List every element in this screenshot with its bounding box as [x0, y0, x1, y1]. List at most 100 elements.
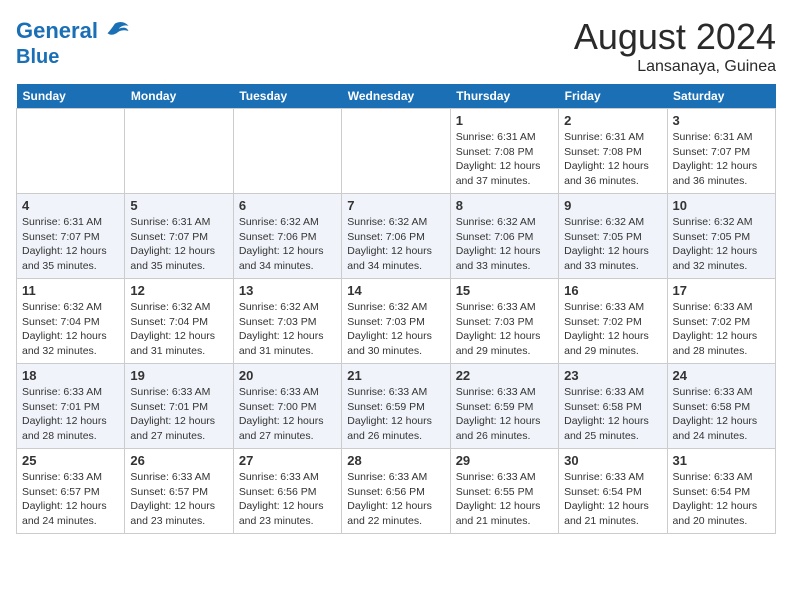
calendar-cell — [125, 109, 233, 194]
month-title: August 2024 — [574, 16, 776, 58]
day-number: 24 — [673, 368, 770, 383]
day-number: 7 — [347, 198, 444, 213]
day-info: Sunrise: 6:32 AM Sunset: 7:03 PM Dayligh… — [347, 300, 444, 359]
day-number: 31 — [673, 453, 770, 468]
calendar-cell — [233, 109, 341, 194]
title-area: August 2024 Lansanaya, Guinea — [574, 16, 776, 76]
day-info: Sunrise: 6:32 AM Sunset: 7:05 PM Dayligh… — [673, 215, 770, 274]
calendar-cell: 6 Sunrise: 6:32 AM Sunset: 7:06 PM Daylig… — [233, 194, 341, 279]
day-info: Sunrise: 6:33 AM Sunset: 7:02 PM Dayligh… — [564, 300, 661, 359]
day-number: 25 — [22, 453, 119, 468]
calendar-week-row: 18 Sunrise: 6:33 AM Sunset: 7:01 PM Dayli… — [17, 364, 776, 449]
calendar-cell: 5 Sunrise: 6:31 AM Sunset: 7:07 PM Daylig… — [125, 194, 233, 279]
calendar-cell: 14 Sunrise: 6:32 AM Sunset: 7:03 PM Dayli… — [342, 279, 450, 364]
day-info: Sunrise: 6:33 AM Sunset: 6:58 PM Dayligh… — [673, 385, 770, 444]
calendar-cell: 31 Sunrise: 6:33 AM Sunset: 6:54 PM Dayli… — [667, 449, 775, 534]
day-info: Sunrise: 6:32 AM Sunset: 7:06 PM Dayligh… — [456, 215, 553, 274]
calendar-cell: 7 Sunrise: 6:32 AM Sunset: 7:06 PM Daylig… — [342, 194, 450, 279]
day-info: Sunrise: 6:32 AM Sunset: 7:03 PM Dayligh… — [239, 300, 336, 359]
calendar-cell: 20 Sunrise: 6:33 AM Sunset: 7:00 PM Dayli… — [233, 364, 341, 449]
day-number: 22 — [456, 368, 553, 383]
day-number: 28 — [347, 453, 444, 468]
calendar-cell: 3Sunrise: 6:31 AM Sunset: 7:07 PM Daylig… — [667, 109, 775, 194]
day-info: Sunrise: 6:31 AM Sunset: 7:07 PM Dayligh… — [22, 215, 119, 274]
day-number: 18 — [22, 368, 119, 383]
day-info: Sunrise: 6:31 AM Sunset: 7:08 PM Dayligh… — [456, 130, 553, 189]
day-info: Sunrise: 6:33 AM Sunset: 6:58 PM Dayligh… — [564, 385, 661, 444]
day-number: 29 — [456, 453, 553, 468]
day-info: Sunrise: 6:33 AM Sunset: 6:59 PM Dayligh… — [347, 385, 444, 444]
calendar-cell: 26 Sunrise: 6:33 AM Sunset: 6:57 PM Dayli… — [125, 449, 233, 534]
day-info: Sunrise: 6:32 AM Sunset: 7:06 PM Dayligh… — [347, 215, 444, 274]
calendar-cell: 29 Sunrise: 6:33 AM Sunset: 6:55 PM Dayli… — [450, 449, 558, 534]
day-info: Sunrise: 6:33 AM Sunset: 6:55 PM Dayligh… — [456, 470, 553, 529]
day-number: 6 — [239, 198, 336, 213]
day-info: Sunrise: 6:33 AM Sunset: 6:56 PM Dayligh… — [347, 470, 444, 529]
day-info: Sunrise: 6:31 AM Sunset: 7:07 PM Dayligh… — [673, 130, 770, 189]
day-number: 10 — [673, 198, 770, 213]
day-number: 30 — [564, 453, 661, 468]
day-info: Sunrise: 6:33 AM Sunset: 6:54 PM Dayligh… — [673, 470, 770, 529]
calendar-week-row: 25 Sunrise: 6:33 AM Sunset: 6:57 PM Dayli… — [17, 449, 776, 534]
day-info: Sunrise: 6:32 AM Sunset: 7:06 PM Dayligh… — [239, 215, 336, 274]
day-number: 23 — [564, 368, 661, 383]
day-number: 15 — [456, 283, 553, 298]
calendar-week-row: 4 Sunrise: 6:31 AM Sunset: 7:07 PM Daylig… — [17, 194, 776, 279]
day-number: 8 — [456, 198, 553, 213]
calendar-cell — [342, 109, 450, 194]
calendar-cell: 11 Sunrise: 6:32 AM Sunset: 7:04 PM Dayli… — [17, 279, 125, 364]
day-info: Sunrise: 6:32 AM Sunset: 7:04 PM Dayligh… — [130, 300, 227, 359]
page-header: General Blue August 2024 Lansanaya, Guin… — [16, 16, 776, 76]
day-info: Sunrise: 6:33 AM Sunset: 6:57 PM Dayligh… — [22, 470, 119, 529]
calendar-cell: 21Sunrise: 6:33 AM Sunset: 6:59 PM Dayli… — [342, 364, 450, 449]
day-info: Sunrise: 6:33 AM Sunset: 6:54 PM Dayligh… — [564, 470, 661, 529]
calendar-cell: 12Sunrise: 6:32 AM Sunset: 7:04 PM Dayli… — [125, 279, 233, 364]
day-number: 9 — [564, 198, 661, 213]
day-number: 27 — [239, 453, 336, 468]
day-info: Sunrise: 6:31 AM Sunset: 7:08 PM Dayligh… — [564, 130, 661, 189]
day-number: 5 — [130, 198, 227, 213]
day-info: Sunrise: 6:33 AM Sunset: 7:03 PM Dayligh… — [456, 300, 553, 359]
calendar-cell: 17 Sunrise: 6:33 AM Sunset: 7:02 PM Dayli… — [667, 279, 775, 364]
day-header-wednesday: Wednesday — [342, 84, 450, 109]
calendar-cell: 16 Sunrise: 6:33 AM Sunset: 7:02 PM Dayli… — [559, 279, 667, 364]
logo-bird-icon — [100, 16, 130, 46]
day-number: 17 — [673, 283, 770, 298]
day-info: Sunrise: 6:31 AM Sunset: 7:07 PM Dayligh… — [130, 215, 227, 274]
calendar-cell: 19 Sunrise: 6:33 AM Sunset: 7:01 PM Dayli… — [125, 364, 233, 449]
day-number: 2 — [564, 113, 661, 128]
calendar-cell: 22 Sunrise: 6:33 AM Sunset: 6:59 PM Dayli… — [450, 364, 558, 449]
day-number: 14 — [347, 283, 444, 298]
calendar-cell: 27Sunrise: 6:33 AM Sunset: 6:56 PM Dayli… — [233, 449, 341, 534]
day-number: 13 — [239, 283, 336, 298]
day-number: 20 — [239, 368, 336, 383]
day-info: Sunrise: 6:33 AM Sunset: 6:57 PM Dayligh… — [130, 470, 227, 529]
day-header-saturday: Saturday — [667, 84, 775, 109]
day-info: Sunrise: 6:33 AM Sunset: 6:59 PM Dayligh… — [456, 385, 553, 444]
day-info: Sunrise: 6:33 AM Sunset: 7:01 PM Dayligh… — [130, 385, 227, 444]
calendar-cell: 9Sunrise: 6:32 AM Sunset: 7:05 PM Daylig… — [559, 194, 667, 279]
day-info: Sunrise: 6:32 AM Sunset: 7:04 PM Dayligh… — [22, 300, 119, 359]
day-number: 11 — [22, 283, 119, 298]
calendar-table: SundayMondayTuesdayWednesdayThursdayFrid… — [16, 84, 776, 534]
day-header-monday: Monday — [125, 84, 233, 109]
logo: General Blue — [16, 16, 130, 68]
day-header-tuesday: Tuesday — [233, 84, 341, 109]
logo-text: General — [16, 19, 98, 43]
day-number: 16 — [564, 283, 661, 298]
calendar-cell: 24 Sunrise: 6:33 AM Sunset: 6:58 PM Dayli… — [667, 364, 775, 449]
calendar-cell: 1 Sunrise: 6:31 AM Sunset: 7:08 PM Daylig… — [450, 109, 558, 194]
day-number: 19 — [130, 368, 227, 383]
calendar-cell: 2 Sunrise: 6:31 AM Sunset: 7:08 PM Daylig… — [559, 109, 667, 194]
calendar-cell — [17, 109, 125, 194]
day-header-friday: Friday — [559, 84, 667, 109]
day-info: Sunrise: 6:33 AM Sunset: 7:02 PM Dayligh… — [673, 300, 770, 359]
day-number: 1 — [456, 113, 553, 128]
day-number: 26 — [130, 453, 227, 468]
calendar-cell: 30 Sunrise: 6:33 AM Sunset: 6:54 PM Dayli… — [559, 449, 667, 534]
day-info: Sunrise: 6:33 AM Sunset: 7:00 PM Dayligh… — [239, 385, 336, 444]
day-header-sunday: Sunday — [17, 84, 125, 109]
calendar-cell: 28 Sunrise: 6:33 AM Sunset: 6:56 PM Dayli… — [342, 449, 450, 534]
calendar-cell: 8 Sunrise: 6:32 AM Sunset: 7:06 PM Daylig… — [450, 194, 558, 279]
day-number: 4 — [22, 198, 119, 213]
